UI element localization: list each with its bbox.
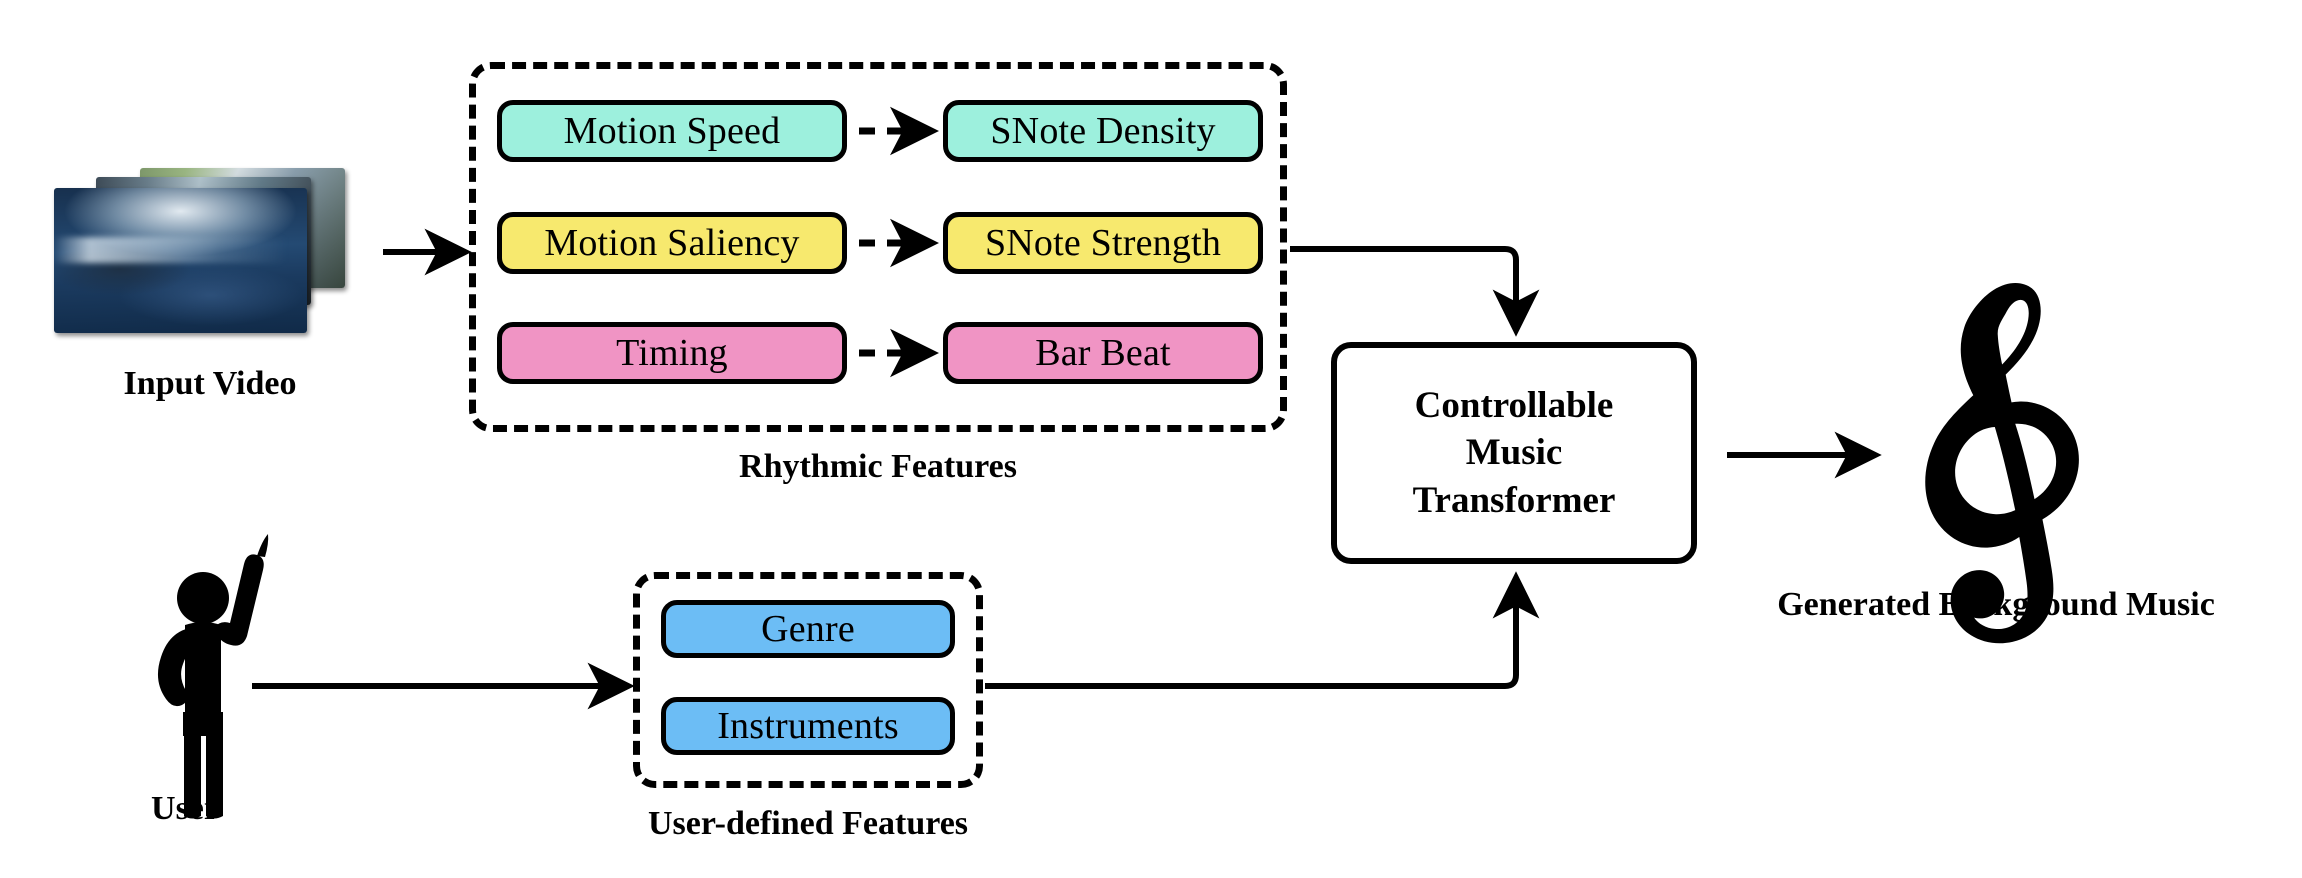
- model-line-1: Controllable: [1414, 384, 1614, 426]
- feature-label: Instruments: [717, 705, 899, 747]
- feature-label: Motion Speed: [563, 110, 781, 152]
- controllable-music-transformer-box[interactable]: Controllable Music Transformer: [1331, 342, 1697, 564]
- input-video-label: Input Video: [123, 365, 297, 402]
- feature-label: SNote Strength: [984, 222, 1222, 264]
- feature-label: Genre: [761, 608, 855, 650]
- user-defined-features-label: User-defined Features: [647, 805, 969, 842]
- model-line-2: Music: [1465, 432, 1563, 474]
- arrow-rhythmic-features-to-model: [1290, 246, 1540, 337]
- feature-box-bar-beat[interactable]: Bar Beat: [943, 322, 1263, 384]
- feature-box-timing[interactable]: Timing: [497, 322, 847, 384]
- feature-label: Motion Saliency: [544, 222, 800, 264]
- rhythmic-features-label: Rhythmic Features: [739, 448, 1017, 485]
- diagram-canvas: Input Video Motion Speed Motion Saliency…: [0, 0, 2302, 878]
- feature-box-motion-saliency[interactable]: Motion Saliency: [497, 212, 847, 274]
- feature-box-genre[interactable]: Genre: [661, 600, 955, 658]
- person-raised-hand-icon: [157, 534, 269, 819]
- video-frame-stack-icon: [48, 168, 348, 333]
- feature-box-motion-speed[interactable]: Motion Speed: [497, 100, 847, 162]
- feature-label: Bar Beat: [1035, 332, 1171, 374]
- feature-box-snote-strength[interactable]: SNote Strength: [943, 212, 1263, 274]
- video-frame-front: [54, 188, 307, 333]
- feature-label: Timing: [616, 332, 728, 374]
- arrow-user-features-to-model: [985, 571, 1540, 689]
- model-line-3: Transformer: [1412, 479, 1616, 521]
- user-label: User: [151, 790, 219, 827]
- feature-label: SNote Density: [990, 110, 1216, 152]
- generated-background-music-label: Generated Background Music: [1777, 586, 2215, 623]
- feature-box-snote-density[interactable]: SNote Density: [943, 100, 1263, 162]
- feature-box-instruments[interactable]: Instruments: [661, 697, 955, 755]
